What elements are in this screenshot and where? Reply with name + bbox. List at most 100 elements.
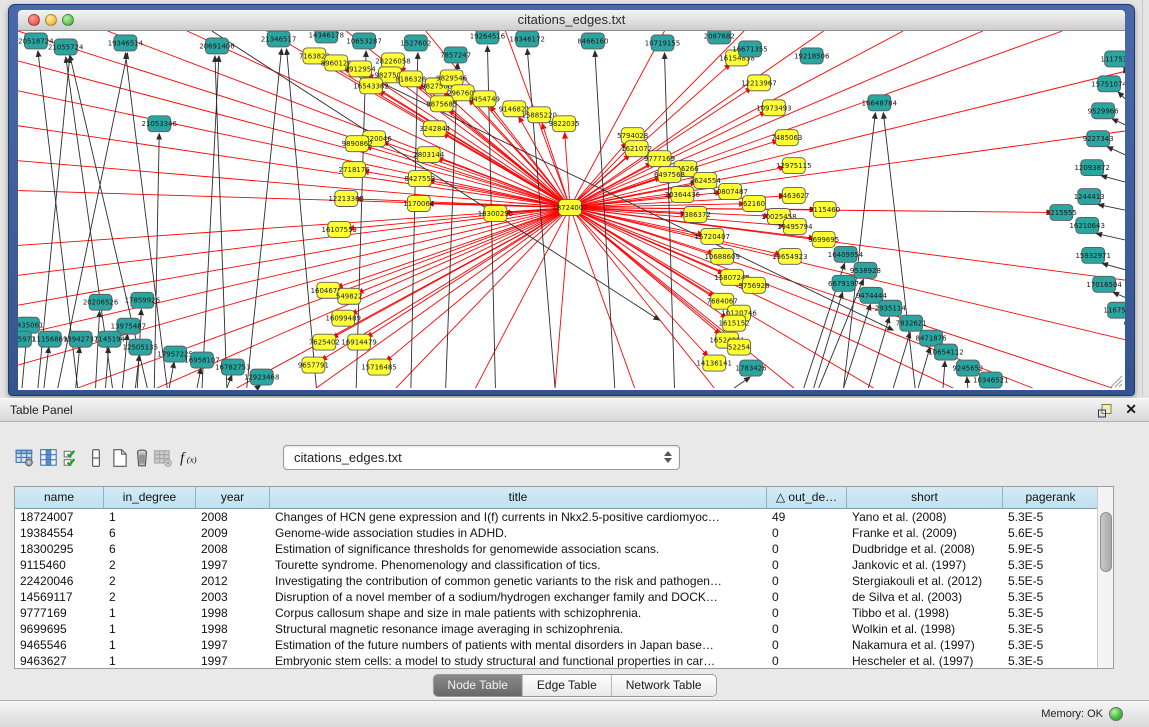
table-row[interactable]: 1872400712008Changes of HCN gene express…: [15, 509, 1099, 525]
table-cell[interactable]: 1: [104, 653, 196, 669]
tab-network-table[interactable]: Network Table: [612, 675, 716, 696]
table-cell[interactable]: 1: [104, 605, 196, 621]
table-row[interactable]: 911546021997Tourette syndrome. Phenomeno…: [15, 557, 1099, 573]
graph-edge[interactable]: [18, 161, 570, 208]
table-cell[interactable]: 0: [767, 573, 847, 589]
table-cell[interactable]: Wolkin et al. (1998): [847, 621, 1003, 637]
graph-edge[interactable]: [367, 208, 570, 338]
table-cell[interactable]: 5.3E-5: [1003, 621, 1099, 637]
table-cell[interactable]: Tourette syndrome. Phenomenology and cla…: [270, 557, 767, 573]
table-cell[interactable]: 2008: [196, 509, 270, 525]
citation-network-graph[interactable]: 7163822896012889129542822605898275051654…: [18, 31, 1125, 390]
column-header-title[interactable]: title: [270, 487, 767, 509]
graph-edge[interactable]: [96, 311, 100, 388]
table-cell[interactable]: 1: [104, 621, 196, 637]
table-cell[interactable]: 2012: [196, 573, 270, 589]
table-cell[interactable]: 1997: [196, 637, 270, 653]
table-row[interactable]: 1938455462009Genome-wide association stu…: [15, 525, 1099, 541]
table-cell[interactable]: 5.3E-5: [1003, 509, 1099, 525]
table-cell[interactable]: 5.3E-5: [1003, 557, 1099, 573]
graph-edge[interactable]: [1113, 292, 1125, 298]
table-cell[interactable]: 1: [104, 509, 196, 525]
table-cell[interactable]: Tibbo et al. (1998): [847, 605, 1003, 621]
table-cell[interactable]: 22420046: [15, 573, 104, 589]
function-builder-icon[interactable]: f (x): [179, 448, 199, 468]
table-row[interactable]: 1456911722003Disruption of a novel membe…: [15, 589, 1099, 605]
table-cell[interactable]: Investigating the contribution of common…: [270, 573, 767, 589]
table-cell[interactable]: Franke et al. (2009): [847, 525, 1003, 541]
table-row[interactable]: 969969511998Structural magnetic resonanc…: [15, 621, 1099, 637]
table-cell[interactable]: Stergiakouli et al. (2012): [847, 573, 1003, 589]
graph-edge[interactable]: [44, 347, 49, 388]
graph-edge[interactable]: [1107, 147, 1125, 156]
table-cell[interactable]: Embryonic stem cells: a model to study s…: [270, 653, 767, 669]
close-panel-icon[interactable]: ✕: [1125, 401, 1137, 418]
table-cell[interactable]: 0: [767, 589, 847, 605]
graph-edge[interactable]: [287, 49, 317, 388]
table-cell[interactable]: 18724007: [15, 509, 104, 525]
table-cell[interactable]: 5.3E-5: [1003, 605, 1099, 621]
table-cell[interactable]: Nakamura et al. (1997): [847, 637, 1003, 653]
graph-edge[interactable]: [1118, 92, 1125, 101]
table-cell[interactable]: Genome-wide association studies in ADHD.: [270, 525, 767, 541]
table-cell[interactable]: 1997: [196, 653, 270, 669]
table-cell[interactable]: 2: [104, 589, 196, 605]
column-header-name[interactable]: name: [15, 487, 104, 509]
table-cell[interactable]: 9465546: [15, 637, 104, 653]
new-column-icon[interactable]: [110, 448, 130, 468]
graph-edge[interactable]: [967, 377, 968, 388]
table-cell[interactable]: 0: [767, 637, 847, 653]
vertical-scrollbar[interactable]: [1097, 487, 1113, 668]
table-cell[interactable]: 5.3E-5: [1003, 637, 1099, 653]
table-row[interactable]: 946554611997Estimation of the future num…: [15, 637, 1099, 653]
graph-edge[interactable]: [1102, 263, 1125, 270]
table-cell[interactable]: 9463627: [15, 653, 104, 669]
graph-edge[interactable]: [247, 49, 282, 388]
table-cell[interactable]: 1: [104, 637, 196, 653]
graph-edge[interactable]: [106, 347, 109, 388]
table-cell[interactable]: 2: [104, 557, 196, 573]
table-cell[interactable]: 1998: [196, 605, 270, 621]
table-cell[interactable]: 0: [767, 557, 847, 573]
table-cell[interactable]: 0: [767, 653, 847, 669]
network-window-titlebar[interactable]: citations_edges.txt: [18, 10, 1125, 31]
table-cell[interactable]: 5.9E-5: [1003, 541, 1099, 557]
graph-edge[interactable]: [570, 31, 983, 208]
table-row[interactable]: 946362711997Embryonic stem cells: a mode…: [15, 653, 1099, 669]
table-cell[interactable]: 0: [767, 621, 847, 637]
scrollbar-thumb[interactable]: [1100, 512, 1112, 572]
table-cell[interactable]: 1998: [196, 621, 270, 637]
column-header-short[interactable]: short: [847, 487, 1003, 509]
column-header-out_de[interactable]: △ out_de…: [767, 487, 847, 509]
table-cell[interactable]: 5.3E-5: [1003, 589, 1099, 605]
table-cell[interactable]: 9699695: [15, 621, 104, 637]
table-cell[interactable]: 2008: [196, 541, 270, 557]
table-cell[interactable]: Hescheler et al. (1997): [847, 653, 1003, 669]
table-cell[interactable]: 9777169: [15, 605, 104, 621]
table-select-dropdown[interactable]: citations_edges.txt: [283, 445, 680, 470]
select-rows-check-icon[interactable]: [62, 448, 82, 468]
graph-edge[interactable]: [76, 347, 80, 388]
graph-edge[interactable]: [1096, 233, 1125, 240]
table-cell[interactable]: 2009: [196, 525, 270, 541]
table-row[interactable]: 2242004622012Investigating the contribut…: [15, 573, 1099, 589]
table-cell[interactable]: 5.6E-5: [1003, 525, 1099, 541]
graph-edge[interactable]: [18, 208, 570, 306]
tab-node-table[interactable]: Node Table: [433, 675, 523, 696]
table-cell[interactable]: Structural magnetic resonance image aver…: [270, 621, 767, 637]
column-header-in_degree[interactable]: in_degree: [104, 487, 196, 509]
table-cell[interactable]: 0: [767, 525, 847, 541]
table-row[interactable]: 977716911998Corpus callosum shape and si…: [15, 605, 1099, 621]
table-cell[interactable]: 5.5E-5: [1003, 573, 1099, 589]
graph-edge[interactable]: [570, 71, 1125, 208]
table-cell[interactable]: Disruption of a novel member of a sodium…: [270, 589, 767, 605]
network-window[interactable]: citations_edges.txt 71638228960128891295…: [8, 4, 1135, 396]
graph-edge[interactable]: [337, 208, 570, 288]
graph-edge[interactable]: [125, 53, 167, 388]
network-canvas[interactable]: 7163822896012889129542822605898275051654…: [18, 31, 1125, 390]
table-cell[interactable]: 0: [767, 541, 847, 557]
float-panel-icon[interactable]: [1097, 403, 1113, 419]
table-cell[interactable]: 14569117: [15, 589, 104, 605]
graph-edge[interactable]: [257, 385, 261, 388]
graph-edge[interactable]: [215, 56, 227, 388]
